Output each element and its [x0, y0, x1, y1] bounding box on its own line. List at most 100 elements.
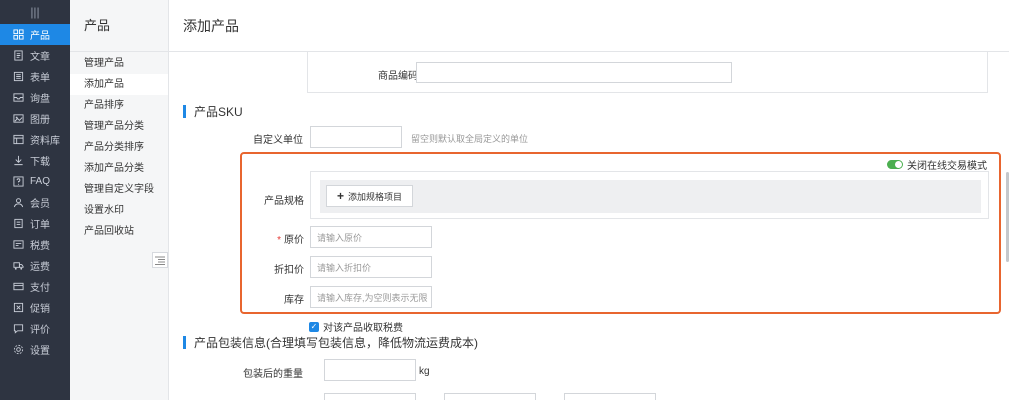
- nav-item-label: 促销: [30, 304, 50, 315]
- nav-item-11[interactable]: 运费: [0, 255, 70, 276]
- weight-label: 包装后的重量: [243, 369, 303, 380]
- tax-icon: [12, 239, 24, 251]
- nav-item-13[interactable]: 促销: [0, 297, 70, 318]
- tax-checkbox-row: ✓ 对该产品收取税费: [309, 319, 403, 334]
- nav-item-label: 产品: [30, 31, 50, 42]
- spec-label: 产品规格: [264, 196, 304, 207]
- package-input-1[interactable]: [324, 393, 416, 400]
- list-collapse-icon: [155, 256, 165, 265]
- promotion-icon: [12, 302, 24, 314]
- question-icon: [12, 176, 24, 188]
- sub-item-8[interactable]: 产品回收站: [70, 221, 168, 242]
- document-icon: [12, 50, 24, 62]
- nav-item-0[interactable]: 产品: [0, 24, 70, 45]
- sub-sidebar-title: 产品: [70, 0, 168, 52]
- nav-item-1[interactable]: 文章: [0, 45, 70, 66]
- sub-item-1[interactable]: 添加产品: [70, 74, 168, 95]
- form-icon: [12, 71, 24, 83]
- unit-hint: 留空则默认取全局定义的单位: [411, 134, 529, 144]
- gear-icon: [12, 344, 24, 356]
- add-spec-label: 添加规格项目: [348, 191, 403, 202]
- grid-icon: [12, 29, 24, 41]
- plus-icon: +: [337, 189, 345, 203]
- nav-item-10[interactable]: 税费: [0, 234, 70, 255]
- collapse-sidebar-button[interactable]: [152, 252, 168, 268]
- code-section: 商品编码: [307, 52, 988, 93]
- sub-item-3[interactable]: 管理产品分类: [70, 116, 168, 137]
- sub-item-0[interactable]: 管理产品: [70, 53, 168, 74]
- nav-item-2[interactable]: 表单: [0, 66, 70, 87]
- payment-icon: [12, 281, 24, 293]
- trade-mode-label: 关闭在线交易模式: [907, 161, 987, 172]
- scrollbar[interactable]: [1003, 0, 1009, 400]
- discount-input[interactable]: 请输入折扣价: [310, 256, 432, 278]
- required-mark: *: [277, 235, 281, 246]
- weight-unit: kg: [419, 366, 430, 377]
- sub-item-7[interactable]: 设置水印: [70, 200, 168, 221]
- price-placeholder: 请输入原价: [317, 232, 363, 243]
- nav-item-4[interactable]: 图册: [0, 108, 70, 129]
- nav-item-label: 询盘: [30, 94, 50, 105]
- order-icon: [12, 218, 24, 230]
- package-section-title: 产品包装信息(合理填写包装信息，降低物流运费成本): [183, 334, 478, 351]
- main-content: 添加产品 商品编码 产品SKU 自定义单位 留空则默认取全局定义的单位 关闭在线…: [169, 0, 1009, 400]
- nav-item-label: 运费: [30, 262, 50, 273]
- price-label-row: * 原价: [252, 231, 304, 246]
- tax-checkbox[interactable]: ✓: [309, 321, 319, 332]
- sku-title-text: 产品SKU: [194, 105, 243, 119]
- nav-item-label: 设置: [30, 346, 50, 357]
- tax-label: 对该产品收取税费: [323, 323, 403, 334]
- spec-container: + 添加规格项目: [310, 171, 989, 219]
- sub-item-5[interactable]: 添加产品分类: [70, 158, 168, 179]
- member-icon: [12, 197, 24, 209]
- stock-input[interactable]: 请输入库存,为空则表示无限: [310, 286, 432, 308]
- main-nav: ||| 产品文章表单询盘图册资料库下载 FAQ 会员订单税费运费支付促销评价设置: [0, 0, 70, 400]
- page-title: 添加产品: [169, 0, 1009, 52]
- discount-placeholder: 请输入折扣价: [317, 262, 372, 273]
- nav-item-label: 会员: [30, 199, 50, 210]
- nav-item-5[interactable]: 资料库: [0, 129, 70, 150]
- spec-area: + 添加规格项目: [320, 180, 981, 213]
- nav-item-15[interactable]: 设置: [0, 339, 70, 360]
- nav-item-9[interactable]: 订单: [0, 213, 70, 234]
- truck-icon: [12, 260, 24, 272]
- add-spec-button[interactable]: + 添加规格项目: [326, 185, 414, 207]
- stock-placeholder: 请输入库存,为空则表示无限: [317, 292, 428, 303]
- sku-highlight-box: 关闭在线交易模式 产品规格 + 添加规格项目 * 原价 请输入原价 折扣价 请输入…: [240, 152, 1001, 314]
- price-input[interactable]: 请输入原价: [310, 226, 432, 248]
- stock-label: 库存: [284, 295, 304, 306]
- menu-toggle-icon[interactable]: |||: [0, 0, 70, 24]
- sub-item-4[interactable]: 产品分类排序: [70, 137, 168, 158]
- nav-item-label: 下载: [30, 157, 50, 168]
- section-accent-bar: [183, 105, 186, 118]
- nav-item-label: 支付: [30, 283, 50, 294]
- price-label: 原价: [284, 235, 304, 246]
- nav-item-14[interactable]: 评价: [0, 318, 70, 339]
- package-input-3[interactable]: [564, 393, 656, 400]
- nav-item-label: 资料库: [30, 136, 60, 147]
- unit-input[interactable]: [310, 126, 402, 148]
- sub-sidebar: 产品 管理产品 添加产品 产品排序 管理产品分类 产品分类排序 添加产品分类 管理自定义字段…: [70, 0, 169, 400]
- comment-icon: [12, 323, 24, 335]
- sku-section-title: 产品SKU: [183, 103, 243, 120]
- inbox-icon: [12, 92, 24, 104]
- sub-item-6[interactable]: 管理自定义字段: [70, 179, 168, 200]
- nav-item-label: 订单: [30, 220, 50, 231]
- nav-item-7[interactable]: FAQ: [0, 171, 70, 192]
- nav-item-12[interactable]: 支付: [0, 276, 70, 297]
- unit-label: 自定义单位: [253, 135, 303, 146]
- nav-item-3[interactable]: 询盘: [0, 87, 70, 108]
- sub-item-2[interactable]: 产品排序: [70, 95, 168, 116]
- nav-item-8[interactable]: 会员: [0, 192, 70, 213]
- trade-mode-toggle[interactable]: [887, 160, 903, 169]
- library-icon: [12, 134, 24, 146]
- code-input[interactable]: [416, 62, 732, 83]
- discount-label: 折扣价: [274, 265, 304, 276]
- code-label: 商品编码: [378, 71, 418, 82]
- trade-mode-toggle-row: 关闭在线交易模式: [887, 157, 987, 172]
- weight-input[interactable]: [324, 359, 416, 381]
- package-input-2[interactable]: [444, 393, 536, 400]
- nav-item-label: 表单: [30, 73, 50, 84]
- nav-item-6[interactable]: 下载: [0, 150, 70, 171]
- nav-item-label: FAQ: [30, 176, 51, 187]
